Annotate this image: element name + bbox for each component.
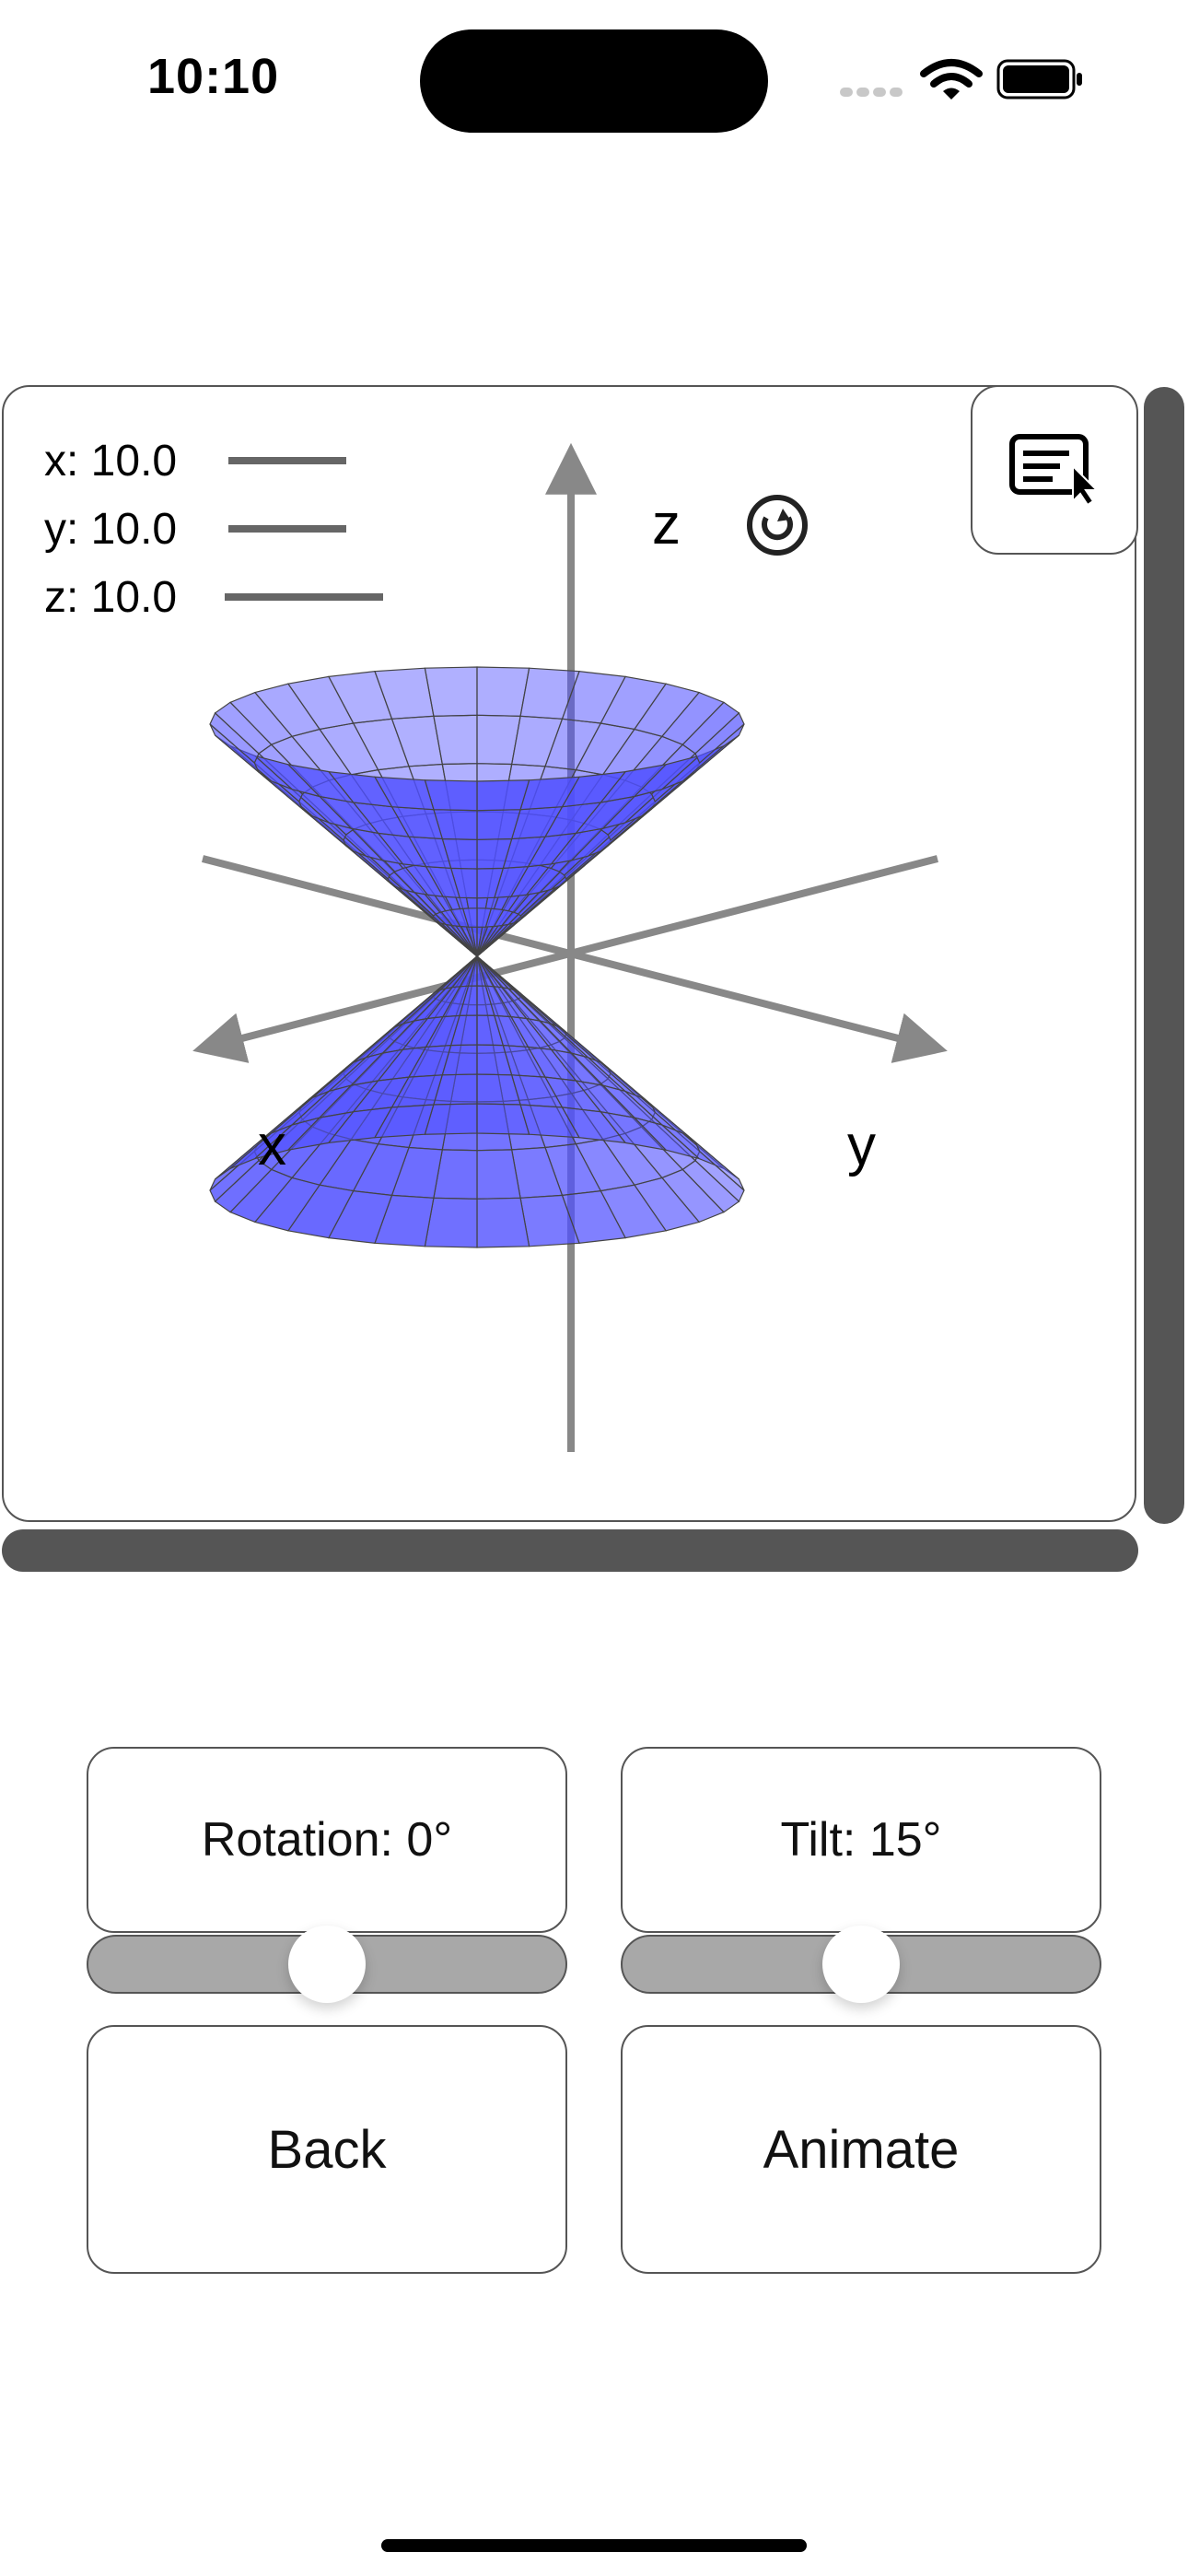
- y-axis-label: y: [847, 1114, 876, 1177]
- battery-icon: [996, 59, 1082, 100]
- back-button[interactable]: Back: [87, 2025, 567, 2274]
- surface-patch: [424, 666, 478, 717]
- surface-patch: [476, 1197, 530, 1248]
- status-time: 10:10: [147, 49, 280, 104]
- z-axis-label: z: [652, 493, 681, 556]
- x-axis-label: x: [258, 1114, 286, 1177]
- surface-patch: [476, 779, 530, 812]
- double-cone-surface: [209, 666, 745, 1248]
- back-button-label: Back: [267, 2119, 387, 2180]
- tilt-label: Tilt: 15°: [780, 1813, 942, 1867]
- rotation-label-box: Rotation: 0°: [87, 1747, 567, 1933]
- rotation-slider-thumb[interactable]: [288, 1926, 366, 2003]
- graph-canvas[interactable]: x: 10.0 y: 10.0 z: 10.0 z x y: [2, 385, 1136, 1522]
- legend-label-x: x: 10.0: [44, 437, 177, 486]
- legend-label-z: z: 10.0: [44, 573, 177, 622]
- animate-button[interactable]: Animate: [621, 2025, 1101, 2274]
- cellular-icon: [840, 85, 906, 101]
- text-cursor-icon: [1009, 434, 1100, 507]
- dynamic-island: [420, 29, 768, 133]
- tilt-slider-thumb[interactable]: [822, 1926, 900, 2003]
- legend-label-y: y: 10.0: [44, 505, 177, 554]
- horizontal-scrollbar[interactable]: [2, 1529, 1138, 1572]
- legend: x: 10.0 y: 10.0 z: 10.0: [44, 437, 383, 622]
- animate-button-label: Animate: [763, 2119, 960, 2180]
- cursor-menu-button[interactable]: [971, 385, 1138, 555]
- surface-patch: [424, 1103, 478, 1135]
- vertical-scrollbar[interactable]: [1144, 387, 1184, 1524]
- tilt-label-box: Tilt: 15°: [621, 1747, 1101, 1933]
- home-indicator: [381, 2539, 807, 2552]
- reset-rotation-icon[interactable]: [747, 495, 808, 556]
- wifi-icon: [920, 59, 983, 100]
- rotation-label: Rotation: 0°: [201, 1813, 453, 1867]
